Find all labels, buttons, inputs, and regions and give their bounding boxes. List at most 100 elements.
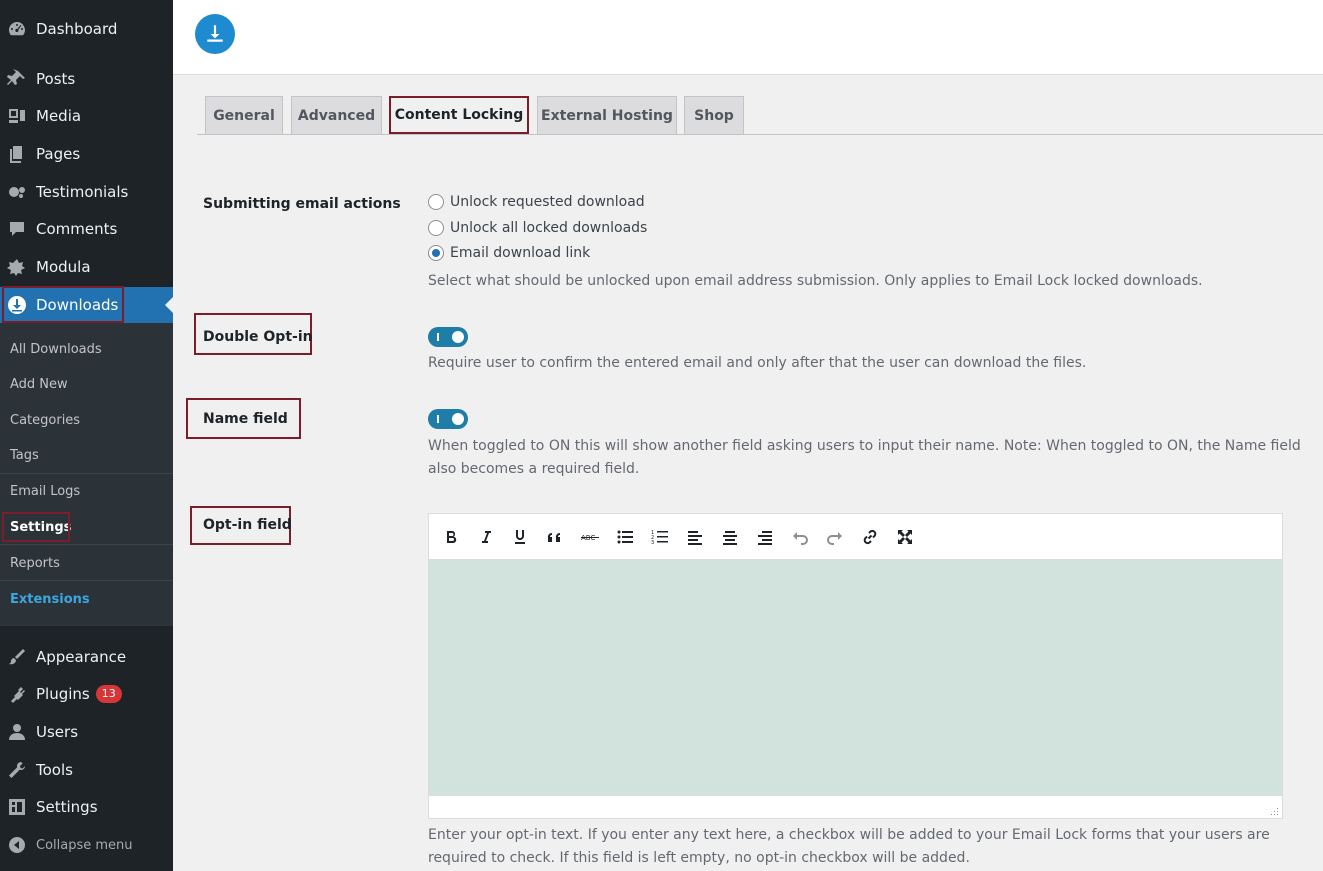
name-field-toggle[interactable] xyxy=(428,409,468,429)
submenu-extensions[interactable]: Extensions xyxy=(10,592,90,607)
redo-icon[interactable] xyxy=(824,526,846,548)
menu-label: Settings xyxy=(36,798,98,816)
collapse-menu-button[interactable]: Collapse menu xyxy=(0,827,173,863)
svg-text:3: 3 xyxy=(651,540,654,546)
align-left-icon[interactable] xyxy=(684,526,706,548)
menu-testimonials[interactable]: Testimonials xyxy=(0,174,173,210)
menu-label: Modula xyxy=(36,258,91,276)
menu-label: Comments xyxy=(36,220,118,238)
optin-field-description-2: required to check. If this field is left… xyxy=(428,850,970,866)
numbered-list-icon[interactable]: 123 xyxy=(649,526,671,548)
optin-field-description-1: Enter your opt-in text. If you enter any… xyxy=(428,827,1270,843)
optin-field-label: Opt-in field xyxy=(203,517,292,533)
menu-label: Testimonials xyxy=(36,183,129,201)
admin-sidebar: Dashboard Posts Media Pages Testimonials… xyxy=(0,0,173,871)
menu-label: Posts xyxy=(36,70,76,88)
pages-icon xyxy=(6,143,28,165)
pin-icon xyxy=(6,68,28,90)
menu-label: Downloads xyxy=(36,296,119,314)
modula-icon xyxy=(6,256,28,278)
user-icon xyxy=(6,721,28,743)
tab-general[interactable]: General xyxy=(205,96,283,134)
testimonials-icon xyxy=(6,181,28,203)
optin-rich-text-editor: ABC 123 xyxy=(428,513,1283,819)
menu-label: Pages xyxy=(36,145,81,163)
plugin-logo-icon xyxy=(195,14,235,54)
editor-content-area[interactable] xyxy=(429,560,1282,796)
tab-external-hosting[interactable]: External Hosting xyxy=(537,96,677,134)
brush-icon xyxy=(6,646,28,668)
radio-email-link[interactable]: Email download link xyxy=(428,245,590,261)
submenu-divider xyxy=(0,544,173,545)
menu-downloads[interactable]: Downloads xyxy=(0,287,173,323)
menu-appearance[interactable]: Appearance xyxy=(0,639,173,675)
double-optin-description: Require user to confirm the entered emai… xyxy=(428,355,1087,371)
menu-label: Users xyxy=(36,723,79,741)
bold-icon[interactable] xyxy=(440,526,462,548)
menu-label: Appearance xyxy=(36,648,127,666)
radio-button[interactable] xyxy=(428,220,444,236)
tab-content-locking[interactable]: Content Locking xyxy=(389,96,529,134)
menu-pages[interactable]: Pages xyxy=(0,136,173,172)
menu-label: Dashboard xyxy=(36,20,118,38)
link-icon[interactable] xyxy=(859,526,881,548)
menu-comments[interactable]: Comments xyxy=(0,211,173,247)
wrench-icon xyxy=(6,759,28,781)
submenu-email-logs[interactable]: Email Logs xyxy=(10,484,80,499)
collapse-icon xyxy=(6,834,28,856)
submenu-add-new[interactable]: Add New xyxy=(10,377,68,392)
double-optin-label: Double Opt-in xyxy=(203,329,313,345)
menu-dashboard[interactable]: Dashboard xyxy=(0,11,173,47)
menu-label: Tools xyxy=(36,761,73,779)
strikethrough-icon[interactable]: ABC xyxy=(579,526,601,548)
blockquote-icon[interactable] xyxy=(544,526,566,548)
menu-media[interactable]: Media xyxy=(0,98,173,134)
menu-settings[interactable]: Settings xyxy=(0,789,173,825)
align-right-icon[interactable] xyxy=(754,526,776,548)
align-center-icon[interactable] xyxy=(719,526,741,548)
comment-icon xyxy=(6,218,28,240)
submenu-tags[interactable]: Tags xyxy=(10,448,39,463)
name-field-description-2: also becomes a required field. xyxy=(428,461,640,477)
email-actions-description: Select what should be unlocked upon emai… xyxy=(428,273,1203,289)
submenu-divider xyxy=(0,473,173,474)
italic-icon[interactable] xyxy=(475,526,497,548)
submenu-settings[interactable]: Settings xyxy=(10,520,71,535)
editor-toolbar: ABC 123 xyxy=(429,514,1282,560)
menu-label: Plugins xyxy=(36,685,90,703)
update-count-badge: 13 xyxy=(95,685,122,703)
menu-modula[interactable]: Modula xyxy=(0,249,173,285)
submenu-categories[interactable]: Categories xyxy=(10,413,80,428)
radio-unlock-all[interactable]: Unlock all locked downloads xyxy=(428,220,647,236)
radio-button-selected[interactable] xyxy=(428,245,444,261)
radio-label: Email download link xyxy=(450,245,591,261)
menu-label: Media xyxy=(36,107,82,125)
menu-users[interactable]: Users xyxy=(0,714,173,750)
bullet-list-icon[interactable] xyxy=(614,526,636,548)
editor-statusbar xyxy=(429,796,1282,818)
plugin-header xyxy=(173,0,1323,75)
submenu-divider xyxy=(0,580,173,581)
email-actions-label: Submitting email actions xyxy=(203,196,401,212)
double-optin-toggle[interactable] xyxy=(428,327,468,347)
tab-underline xyxy=(197,134,1323,135)
menu-plugins[interactable]: Plugins 13 xyxy=(0,676,173,712)
media-icon xyxy=(6,105,28,127)
undo-icon[interactable] xyxy=(789,526,811,548)
radio-unlock-requested[interactable]: Unlock requested download xyxy=(428,194,645,210)
radio-button[interactable] xyxy=(428,194,444,210)
tab-shop[interactable]: Shop xyxy=(684,96,744,134)
name-field-description-1: When toggled to ON this will show anothe… xyxy=(428,438,1301,454)
submenu-reports[interactable]: Reports xyxy=(10,556,60,571)
menu-posts[interactable]: Posts xyxy=(0,61,173,97)
downloads-submenu: All Downloads Add New Categories Tags Em… xyxy=(0,323,173,626)
resize-handle-icon[interactable] xyxy=(1269,805,1279,815)
dashboard-icon xyxy=(6,18,28,40)
underline-icon[interactable] xyxy=(509,526,531,548)
fullscreen-icon[interactable] xyxy=(894,526,916,548)
submenu-all-downloads[interactable]: All Downloads xyxy=(10,342,102,357)
menu-label: Collapse menu xyxy=(36,837,133,853)
name-field-label: Name field xyxy=(203,411,288,427)
menu-tools[interactable]: Tools xyxy=(0,752,173,788)
tab-advanced[interactable]: Advanced xyxy=(291,96,382,134)
